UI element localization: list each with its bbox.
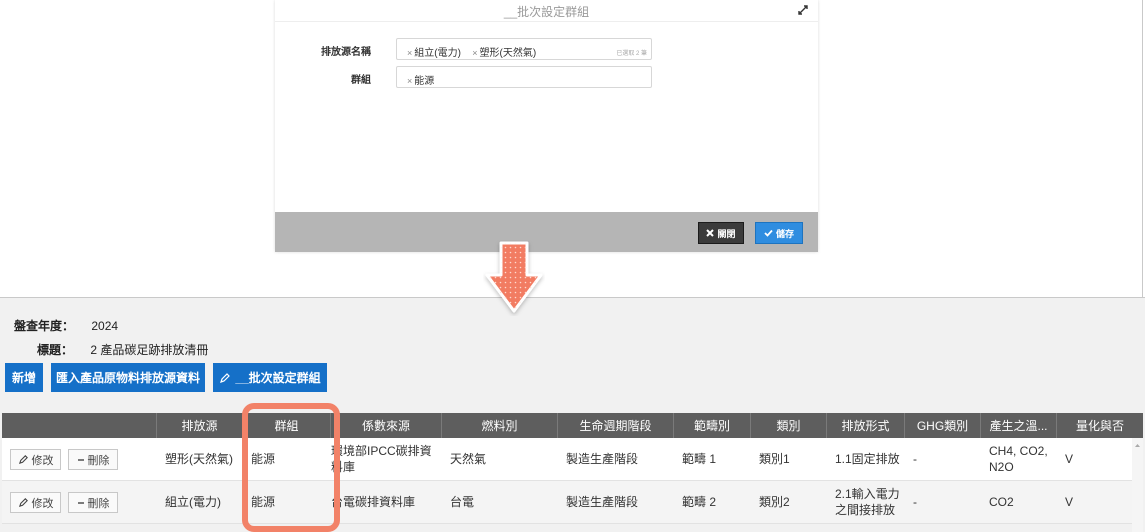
delete-button[interactable]: 刪除 <box>68 492 118 513</box>
save-button[interactable]: 儲存 <box>755 222 803 244</box>
column-header[interactable]: 範疇別 <box>674 413 751 438</box>
column-header[interactable]: GHG類別 <box>905 413 981 438</box>
column-header[interactable]: 產生之溫... <box>981 413 1057 438</box>
tag-item[interactable]: × 組立(電力) <box>407 44 461 59</box>
table-header: 排放源 群組 係數來源 燃料別 生命週期階段 範疇別 類別 排放形式 GHG類別… <box>2 413 1143 438</box>
table-row: 修改 刪除 塑形(天然氣) 能源 環境部IPCC碳排資料庫 天然氣 製造生產階段… <box>2 438 1143 481</box>
group-label: 群組 <box>351 75 371 86</box>
table-row: 修改 刪除 組立(電力) 能源 台電碳排資料庫 台電 製造生產階段 範疇 2 類… <box>2 481 1143 524</box>
modal-header: __批次設定群組 <box>275 0 818 22</box>
close-button[interactable]: 關閉 <box>698 222 744 244</box>
modal-footer: 關閉 儲存 <box>275 212 818 252</box>
column-header[interactable]: 係數來源 <box>331 413 442 438</box>
close-icon <box>706 229 715 237</box>
year-label: 盤查年度： <box>14 319 75 333</box>
cell-lifecycle: 製造生產階段 <box>566 452 639 466</box>
cell-source: 組立(電力) <box>165 495 221 509</box>
tag-item[interactable]: × 能源 <box>407 72 434 87</box>
selection-count-hint: 已選取 2 筆 <box>616 51 647 57</box>
add-button[interactable]: 新增 <box>5 363 43 392</box>
edit-button[interactable]: 修改 <box>10 449 61 470</box>
tag-remove-icon[interactable]: × <box>407 76 412 86</box>
check-icon <box>764 229 773 237</box>
edit-button[interactable]: 修改 <box>10 492 61 513</box>
cell-scope: 範疇 1 <box>682 452 717 466</box>
group-input[interactable]: × 能源 <box>396 66 652 88</box>
emission-source-name-label: 排放源名稱 <box>321 47 371 58</box>
cell-category: 類別1 <box>759 452 790 466</box>
cell-ghg-type: - <box>913 495 917 509</box>
table-scrollbar[interactable] <box>1132 438 1143 532</box>
scroll-up-icon[interactable] <box>1132 441 1143 449</box>
list-page: 盤查年度： 2024 標題： 2 產品碳足跡排放清冊 新增 匯入產品原物料排放源… <box>0 298 1145 532</box>
modal-title: __批次設定群組 <box>503 5 590 19</box>
tag-item[interactable]: × 塑形(天然氣) <box>472 44 536 59</box>
emission-source-name-input[interactable]: × 組立(電力) × 塑形(天然氣) 已選取 2 筆 <box>396 38 652 60</box>
cell-ghg-type: - <box>913 452 917 466</box>
batch-group-modal: __批次設定群組 排放源名稱 × 組立(電力) × 塑形(天然氣) 已選取 2 筆 … <box>275 0 818 252</box>
pencil-icon <box>18 498 28 508</box>
import-button[interactable]: 匯入產品原物料排放源資料 <box>51 363 205 392</box>
column-header[interactable]: 類別 <box>751 413 827 438</box>
group-column-highlight <box>242 403 340 532</box>
column-header <box>2 413 157 438</box>
cell-source: 塑形(天然氣) <box>165 452 233 466</box>
down-arrow-icon <box>485 241 543 313</box>
column-header[interactable]: 排放形式 <box>827 413 905 438</box>
title-row: 標題： 2 產品碳足跡排放清冊 <box>37 341 208 358</box>
emission-source-name-row: 排放源名稱 × 組立(電力) × 塑形(天然氣) 已選取 2 筆 <box>275 38 818 60</box>
batch-group-button[interactable]: __批次設定群組 <box>213 363 327 392</box>
cell-gas: CO2 <box>989 495 1014 509</box>
tag-remove-icon[interactable]: × <box>472 48 477 58</box>
column-header[interactable]: 量化與否 <box>1057 413 1143 438</box>
cell-category: 類別2 <box>759 495 790 509</box>
year-row: 盤查年度： 2024 <box>14 317 118 334</box>
column-header[interactable]: 生命週期階段 <box>558 413 674 438</box>
minus-icon <box>77 458 84 461</box>
pencil-icon <box>18 455 28 465</box>
column-header[interactable]: 排放源 <box>157 413 243 438</box>
cell-factor-source: 環境部IPCC碳排資料庫 <box>331 444 432 474</box>
group-row: 群組 × 能源 <box>275 66 818 88</box>
title-value: 2 產品碳足跡排放清冊 <box>90 343 209 357</box>
cell-scope: 範疇 2 <box>682 495 717 509</box>
cell-fuel: 天然氣 <box>450 452 487 466</box>
delete-button[interactable]: 刪除 <box>68 449 118 470</box>
cell-fuel: 台電 <box>450 495 475 509</box>
year-value: 2024 <box>91 319 119 333</box>
cell-emission-type: 2.1輸入電力之間接排放 <box>835 487 900 517</box>
cell-lifecycle: 製造生產階段 <box>566 495 639 509</box>
cell-quantified: V <box>1065 495 1074 509</box>
cell-quantified: V <box>1065 452 1074 466</box>
cell-factor-source: 台電碳排資料庫 <box>331 495 416 509</box>
pencil-icon <box>220 372 231 383</box>
cell-emission-type: 1.1固定排放 <box>835 452 900 466</box>
expand-icon[interactable] <box>797 4 809 16</box>
title-label: 標題： <box>37 343 74 357</box>
minus-icon <box>77 501 84 504</box>
cell-gas: CH4, CO2, N2O <box>989 444 1048 474</box>
column-header[interactable]: 燃料別 <box>442 413 558 438</box>
tag-remove-icon[interactable]: × <box>407 48 412 58</box>
